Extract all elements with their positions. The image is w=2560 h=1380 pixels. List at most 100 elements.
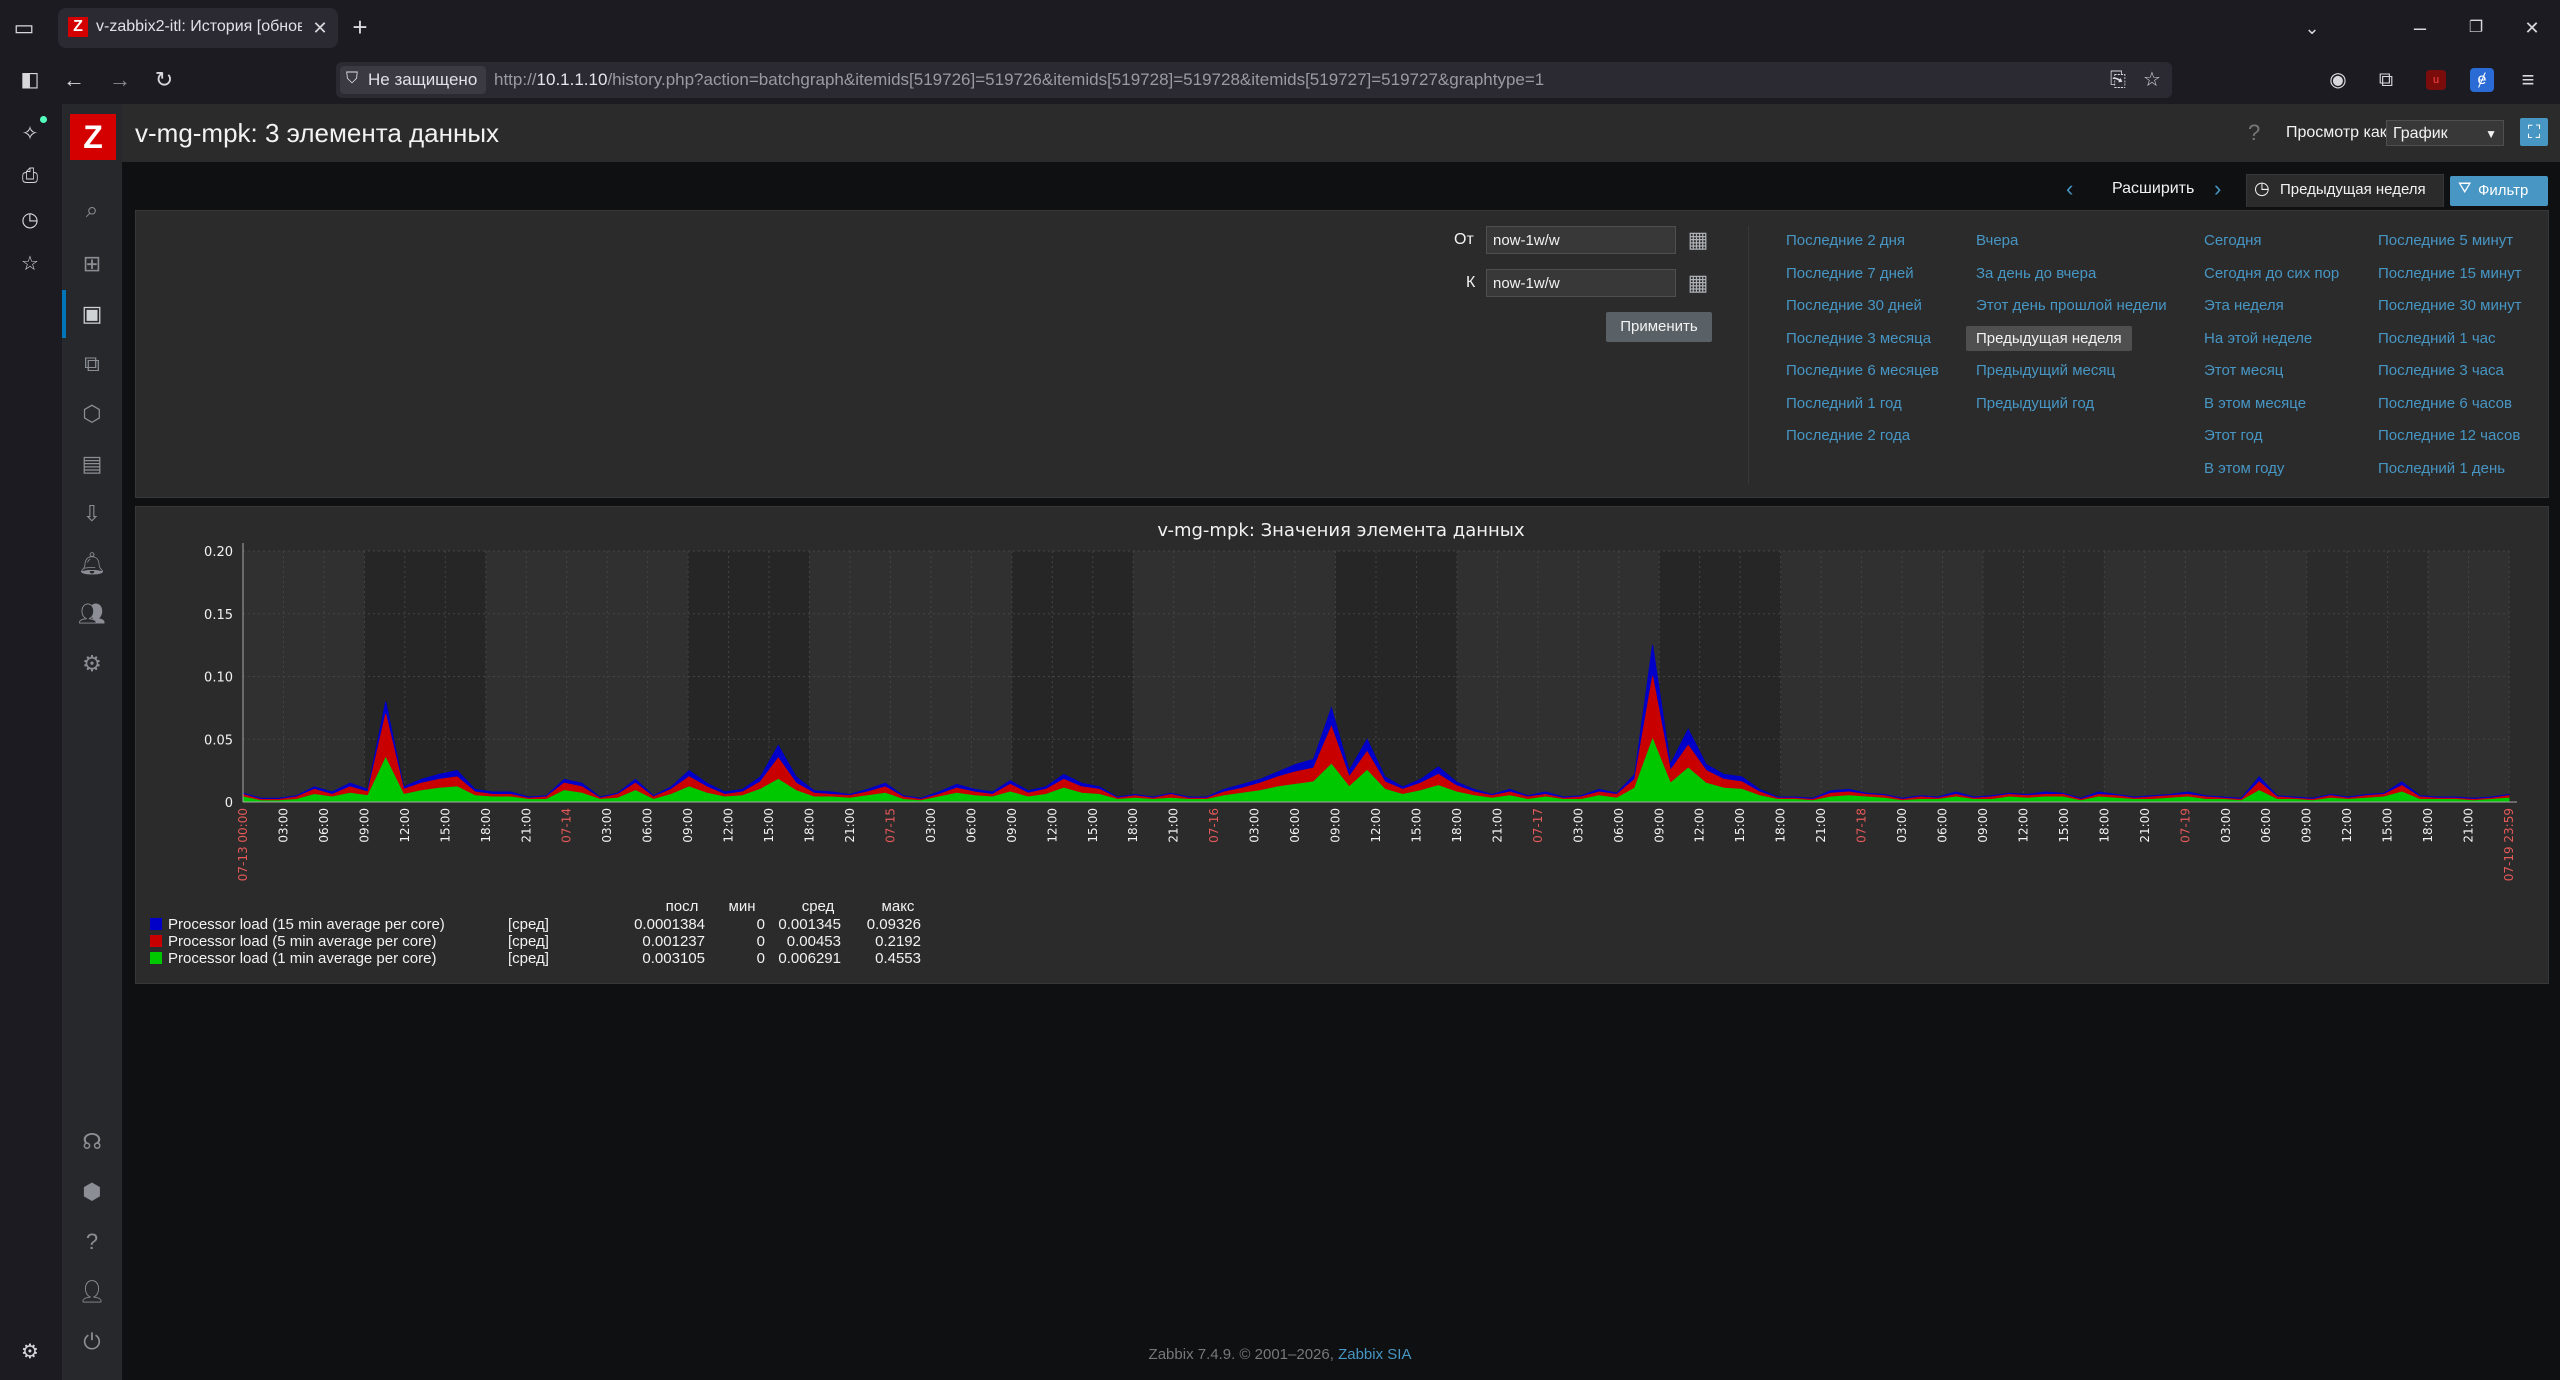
x-tick-label: 18:00 — [2421, 808, 2435, 843]
users-icon[interactable]: 👥︎ — [76, 598, 108, 630]
alerts-icon[interactable]: 🔔︎ — [76, 548, 108, 580]
integrations-icon[interactable]: ⬢ — [76, 1176, 108, 1208]
quick-range-link[interactable]: Последние 5 минут — [2378, 232, 2513, 249]
quick-range-link[interactable]: Сегодня до сих пор — [2204, 265, 2339, 282]
fullscreen-button[interactable]: ⛶ — [2520, 118, 2548, 146]
back-icon[interactable]: ← — [58, 64, 90, 96]
help-link[interactable]: ? — [2248, 120, 2260, 146]
services-icon[interactable]: ⧉ — [76, 348, 108, 380]
new-tab-button[interactable]: + — [344, 11, 376, 43]
x-tick-label: 07-16 — [1207, 808, 1221, 843]
quick-range-link[interactable]: Вчера — [1976, 232, 2018, 249]
legend-stat-max: 0.4553 — [875, 950, 921, 967]
x-tick-label: 07-13 00:00 — [236, 808, 250, 881]
quick-range-link[interactable]: Этот год — [2204, 427, 2262, 444]
to-input[interactable]: now-1w/w — [1486, 269, 1676, 297]
y-tick-label: 0.20 — [204, 545, 233, 560]
footer-link[interactable]: Zabbix SIA — [1338, 1346, 1411, 1363]
quick-range-link[interactable]: Последние 30 дней — [1786, 297, 1922, 314]
help-icon[interactable]: ? — [76, 1226, 108, 1258]
prev-period-icon[interactable]: ‹ — [2066, 176, 2073, 202]
profile-extension-icon[interactable]: ɇ — [2470, 68, 2494, 92]
quick-range-link[interactable]: Последний 1 год — [1786, 395, 1902, 412]
x-tick-label: 07-14 — [560, 808, 574, 843]
from-input[interactable]: now-1w/w — [1486, 226, 1676, 254]
menu-icon[interactable]: ≡ — [2512, 64, 2544, 96]
quick-range-link[interactable]: Последние 30 минут — [2378, 297, 2522, 314]
reload-icon[interactable]: ↻ — [148, 64, 180, 96]
x-tick-label: 03:00 — [1895, 808, 1909, 843]
ai-sparkle-icon[interactable]: ✧ — [14, 118, 46, 150]
reports-icon[interactable]: ▤ — [76, 448, 108, 480]
x-tick-label: 15:00 — [2381, 808, 2395, 843]
zoom-out-button[interactable]: Расширить — [2112, 180, 2194, 198]
quick-range-link[interactable]: Последние 15 минут — [2378, 265, 2522, 282]
quick-range-link[interactable]: Эта неделя — [2204, 297, 2284, 314]
dashboards-icon[interactable]: ⊞ — [76, 248, 108, 280]
sidebar-toggle-icon[interactable]: ◧ — [14, 64, 46, 96]
quick-range-link[interactable]: Предыдущая неделя — [1966, 325, 2132, 351]
user-settings-icon[interactable]: 👤︎ — [76, 1276, 108, 1308]
install-app-icon[interactable]: ⎘ — [2102, 64, 2134, 96]
view-as-select[interactable]: График ▼ — [2386, 120, 2504, 146]
administration-icon[interactable]: ⚙ — [76, 648, 108, 680]
search-icon[interactable]: ⌕ — [76, 194, 108, 226]
history-icon[interactable]: ◷ — [14, 204, 46, 236]
quick-range-link[interactable]: Последние 3 часа — [2378, 362, 2504, 379]
quick-range-link[interactable]: В этом году — [2204, 460, 2284, 477]
url-path: /history.php?action=batchgraph&itemids[5… — [607, 70, 1545, 89]
bookmark-star-icon[interactable]: ☆ — [2136, 64, 2168, 96]
quick-range-link[interactable]: Этот день прошлой недели — [1976, 297, 2167, 314]
ublock-icon[interactable]: u — [2426, 70, 2446, 90]
footer-text: Zabbix 7.4.9. © 2001–2026, — [1148, 1346, 1339, 1363]
quick-range-link[interactable]: Последние 2 года — [1786, 427, 1910, 444]
quick-range-link[interactable]: Последние 2 дня — [1786, 232, 1905, 249]
next-period-icon[interactable]: › — [2214, 176, 2221, 202]
y-tick-label: 0 — [225, 796, 233, 811]
x-tick-label: 21:00 — [843, 808, 857, 843]
extensions-icon[interactable]: ⧉ — [2370, 64, 2402, 96]
bookmarks-icon[interactable]: ☆ — [14, 248, 46, 280]
window-close-icon[interactable]: ✕ — [2516, 12, 2548, 44]
x-tick-label: 12:00 — [722, 808, 736, 843]
quick-range-link[interactable]: За день до вчера — [1976, 265, 2096, 282]
x-tick-label: 15:00 — [1733, 808, 1747, 843]
close-tab-icon[interactable]: ✕ — [304, 12, 336, 44]
calendar-to-icon[interactable]: ▦ — [1686, 271, 1710, 295]
extension-circle-icon[interactable]: ◉ — [2322, 64, 2354, 96]
support-icon[interactable]: ☊ — [76, 1126, 108, 1158]
x-tick-label: 15:00 — [438, 808, 452, 843]
quick-range-link[interactable]: В этом месяце — [2204, 395, 2306, 412]
to-label: К — [1466, 274, 1476, 291]
forward-icon[interactable]: → — [104, 64, 136, 96]
tab-list-icon[interactable]: ▭ — [8, 12, 40, 44]
synced-tabs-icon[interactable]: ⎙ — [14, 160, 46, 192]
tabs-dropdown-icon[interactable]: ⌄ — [2296, 12, 2328, 44]
quick-range-link[interactable]: Последний 1 день — [2378, 460, 2505, 477]
quick-range-link[interactable]: Последние 12 часов — [2378, 427, 2520, 444]
quick-range-link[interactable]: Последние 3 месяца — [1786, 330, 1931, 347]
quick-range-link[interactable]: На этой неделе — [2204, 330, 2312, 347]
zabbix-logo[interactable]: Z — [70, 114, 116, 160]
restore-icon[interactable]: ❐ — [2460, 12, 2492, 44]
url-text[interactable]: http://10.1.1.10/history.php?action=batc… — [494, 70, 1544, 90]
quick-range-link[interactable]: Предыдущий месяц — [1976, 362, 2115, 379]
quick-range-link[interactable]: Последние 6 месяцев — [1786, 362, 1939, 379]
minimize-icon[interactable]: – — [2404, 12, 2436, 44]
quick-range-link[interactable]: Сегодня — [2204, 232, 2262, 249]
monitoring-icon[interactable]: ▣ — [76, 298, 108, 330]
data-collection-icon[interactable]: ⇩ — [76, 498, 108, 530]
legend-item-func: [сред] — [508, 916, 549, 933]
filter-label: Фильтр — [2478, 182, 2529, 199]
quick-range-link[interactable]: Последние 6 часов — [2378, 395, 2512, 412]
inventory-icon[interactable]: ⬡ — [76, 398, 108, 430]
calendar-from-icon[interactable]: ▦ — [1686, 228, 1710, 252]
quick-range-link[interactable]: Последние 7 дней — [1786, 265, 1914, 282]
work-hours-band — [1011, 551, 1134, 802]
quick-range-link[interactable]: Последний 1 час — [2378, 330, 2496, 347]
y-tick-label: 0.15 — [204, 608, 233, 623]
legend-header: сред — [801, 898, 835, 915]
apply-button[interactable]: Применить — [1606, 312, 1712, 342]
quick-range-link[interactable]: Предыдущий год — [1976, 395, 2094, 412]
quick-range-link[interactable]: Этот месяц — [2204, 362, 2283, 379]
